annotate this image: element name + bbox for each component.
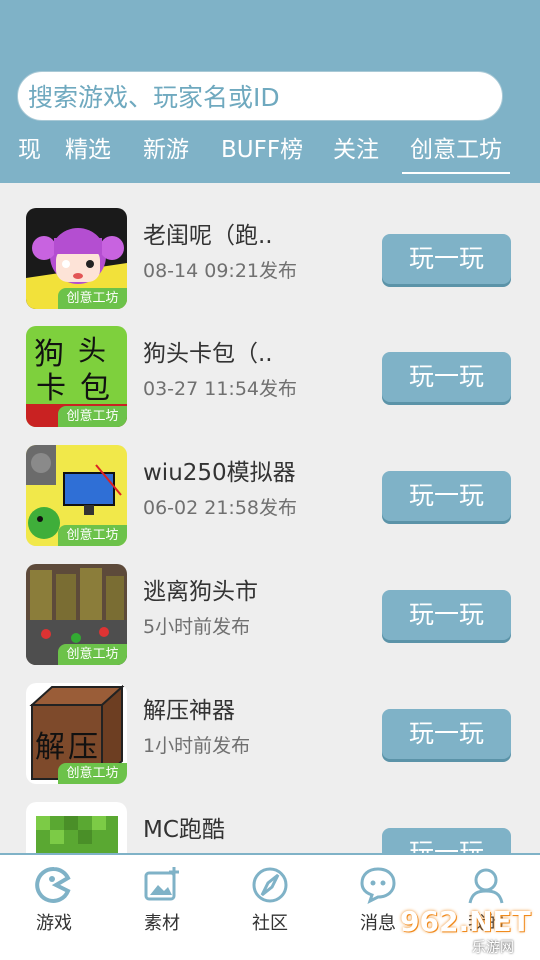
game-thumbnail[interactable]: 创意工坊 [26,564,127,665]
compass-icon [252,867,288,903]
nav-item-community[interactable]: 社区 [230,865,310,935]
game-title: 逃离狗头市 [143,579,258,605]
site-watermark: 962.NET 乐游网 [400,905,532,957]
publish-time: 06-02 21:58发布 [143,497,298,519]
game-thumbnail[interactable] [26,802,127,853]
category-tabs: 现 精选 新游 BUFF榜 关注 创意工坊 [0,130,540,174]
game-thumbnail[interactable]: 创意工坊 [26,208,127,309]
game-list-item[interactable]: 创意工坊 老闺呢（跑.. 08-14 09:21发布 玩一玩 [0,183,540,309]
game-title: 解压神器 [143,698,235,724]
game-title: 狗头卡包（.. [143,341,273,367]
header: 搜索游戏、玩家名或ID 现 精选 新游 BUFF榜 关注 创意工坊 [0,0,540,183]
tab-featured[interactable]: 精选 [65,130,111,170]
game-icon [35,866,71,903]
game-thumbnail[interactable]: 狗 头 卡 包 创意工坊 [26,326,127,427]
thumb-char: 头 [78,334,106,367]
thumb-char: 卡 [36,371,66,406]
game-title: MC跑酷 [143,817,225,843]
play-button[interactable]: 玩一玩 [382,234,511,284]
thumb-char: 压 [68,730,98,765]
nav-item-games[interactable]: 游戏 [14,865,94,935]
publish-time: 5小时前发布 [143,616,251,638]
game-list-item[interactable]: 解 压 创意工坊 解压神器 1小时前发布 玩一玩 [0,658,540,784]
game-list-item[interactable]: 创意工坊 wiu250模拟器 06-02 21:58发布 玩一玩 [0,420,540,546]
chat-icon [360,867,396,904]
game-list[interactable]: 创意工坊 老闺呢（跑.. 08-14 09:21发布 玩一玩 狗 头 卡 包 创… [0,183,540,853]
game-title: wiu250模拟器 [143,460,296,486]
play-button[interactable]: 玩一玩 [382,352,511,402]
play-button[interactable]: 玩一玩 [382,709,511,759]
profile-icon [468,868,504,904]
nav-item-materials[interactable]: 素材 [122,865,202,935]
search-input[interactable]: 搜索游戏、玩家名或ID [17,71,503,121]
game-title: 老闺呢（跑.. [143,223,273,249]
thumb-char: 包 [80,371,110,406]
tab-new-games[interactable]: 新游 [143,130,189,170]
nav-label: 社区 [252,913,288,934]
watermark-subtitle: 乐游网 [472,940,514,956]
tab-following[interactable]: 关注 [333,130,379,170]
nav-label: 游戏 [36,913,72,934]
tab-discover[interactable]: 现 [18,130,41,170]
game-list-item[interactable]: MC跑酷 玩一玩 [0,777,540,853]
image-add-icon [144,867,179,901]
game-list-item[interactable]: 创意工坊 逃离狗头市 5小时前发布 玩一玩 [0,539,540,665]
publish-time: 08-14 09:21发布 [143,260,298,282]
tab-creative-workshop[interactable]: 创意工坊 [402,130,510,174]
thumb-char: 解 [35,730,65,765]
nav-label: 素材 [144,913,180,934]
play-button[interactable]: 玩一玩 [382,471,511,521]
search-placeholder: 搜索游戏、玩家名或ID [28,83,280,112]
game-thumbnail[interactable]: 解 压 创意工坊 [26,683,127,784]
thumb-char: 狗 [34,337,64,372]
publish-time: 1小时前发布 [143,735,251,757]
minecraft-parkour-artwork [26,802,127,853]
play-button[interactable]: 玩一玩 [382,590,511,640]
play-button[interactable]: 玩一玩 [382,828,511,853]
tab-buff-ranking[interactable]: BUFF榜 [221,130,303,170]
game-thumbnail[interactable]: 创意工坊 [26,445,127,546]
watermark-logo: 962.NET [400,905,531,938]
publish-time: 03-27 11:54发布 [143,378,298,400]
game-list-item[interactable]: 狗 头 卡 包 创意工坊 狗头卡包（.. 03-27 11:54发布 玩一玩 [0,301,540,427]
